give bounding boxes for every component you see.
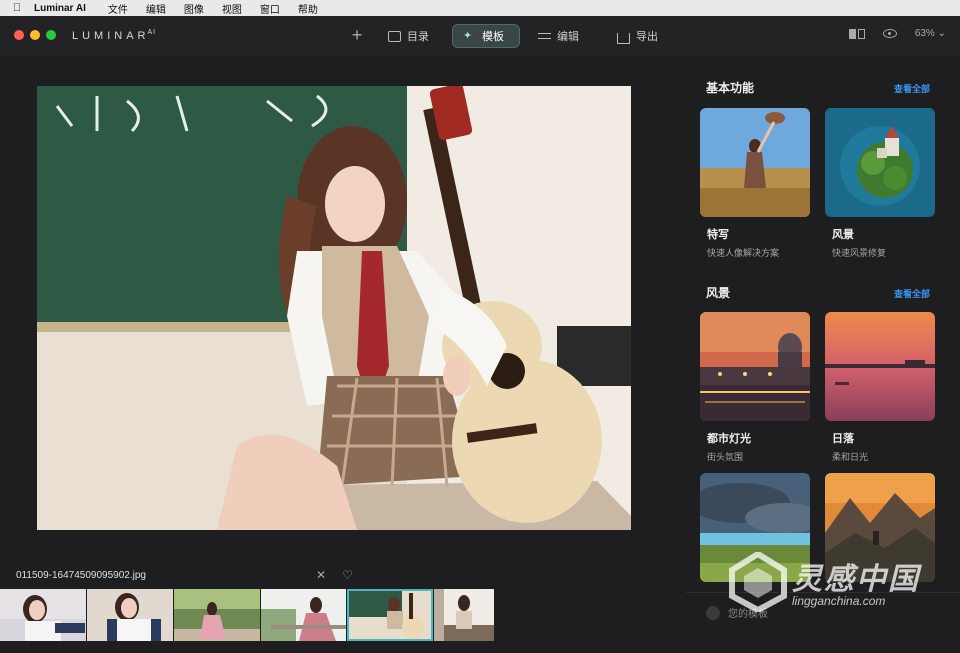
tab-templates[interactable]: ✦ 模板 <box>452 24 520 48</box>
sliders-icon <box>538 31 551 42</box>
section-title-landscape: 风景 <box>706 286 731 300</box>
apple-icon[interactable]:  <box>0 2 34 14</box>
template-thumbnail <box>700 312 810 421</box>
template-card-title: 特写 <box>707 229 729 241</box>
template-thumbnail <box>700 108 810 217</box>
app-toolbar: LUMINARAI + 目录 ✦ 模板 编辑 导出 63% ⌄ <box>0 16 960 56</box>
filmstrip-thumbnail[interactable] <box>260 589 347 641</box>
template-card-portrait[interactable]: 特写 快速人像解决方案 <box>700 108 810 259</box>
tab-export-label: 导出 <box>636 31 658 43</box>
compare-view-icon[interactable] <box>848 28 865 39</box>
template-card-title: 都市灯光 <box>707 433 751 445</box>
filmstrip-thumbnail-selected[interactable] <box>347 589 434 641</box>
filmstrip-thumbnail[interactable] <box>434 589 495 641</box>
tab-edit-label: 编辑 <box>557 31 579 43</box>
filmstrip <box>0 589 495 641</box>
zoom-window-button[interactable] <box>46 30 56 40</box>
filmstrip-thumbnail[interactable] <box>173 589 260 641</box>
template-thumbnail <box>825 312 935 421</box>
minimize-window-button[interactable] <box>30 30 40 40</box>
watermark-url: lingganchina.com <box>792 594 886 608</box>
close-icon[interactable]: ✕ <box>316 568 326 582</box>
filmstrip-thumbnail[interactable] <box>86 589 173 641</box>
window-controls <box>14 30 56 40</box>
view-controls: 63% ⌄ <box>848 28 946 39</box>
tab-export[interactable]: 导出 <box>607 24 668 48</box>
tab-edit[interactable]: 编辑 <box>528 24 589 48</box>
export-icon <box>617 32 630 44</box>
menu-bar:  Luminar AI 文件 编辑 图像 视图 窗口 帮助 <box>0 0 960 16</box>
template-card-subtitle: 街头氛围 <box>707 452 744 462</box>
image-canvas[interactable] <box>0 56 680 556</box>
see-all-landscape-link[interactable]: 查看全部 <box>894 287 930 300</box>
template-card-sunset[interactable]: 日落 柔和日光 <box>825 312 935 463</box>
watermark-text: 灵感中国 <box>792 563 920 596</box>
image-filename: 011509-16474509095902.jpg <box>16 570 146 581</box>
filmstrip-thumbnail[interactable] <box>0 589 86 641</box>
template-thumbnail <box>825 108 935 217</box>
see-all-essentials-link[interactable]: 查看全部 <box>894 82 930 95</box>
watermark-logo <box>729 552 787 612</box>
template-card-subtitle: 柔和日光 <box>832 452 869 462</box>
menu-edit[interactable]: 编辑 <box>146 1 166 16</box>
menu-view[interactable]: 视图 <box>222 1 242 16</box>
template-card-title: 日落 <box>832 433 854 445</box>
tab-catalog-label: 目录 <box>407 31 429 43</box>
magic-wand-icon: ✦ <box>463 29 473 42</box>
template-card-city-lights[interactable]: 都市灯光 街头氛围 <box>700 312 810 463</box>
menu-window[interactable]: 窗口 <box>260 1 280 16</box>
presets-icon <box>706 605 720 620</box>
main-photo[interactable] <box>37 86 631 530</box>
tab-templates-label: 模板 <box>482 31 504 43</box>
template-card-subtitle: 快速人像解决方案 <box>707 248 780 258</box>
folder-icon <box>388 30 401 42</box>
close-window-button[interactable] <box>14 30 24 40</box>
template-card-subtitle: 快速风景修复 <box>832 248 887 258</box>
chevron-down-icon: ⌄ <box>937 28 946 39</box>
image-actions: ✕ ♡ <box>316 568 353 582</box>
zoom-level-select[interactable]: 63% ⌄ <box>915 28 946 39</box>
watermark: 灵感中国 lingganchina.com <box>728 548 948 618</box>
tab-catalog[interactable]: 目录 <box>378 24 439 48</box>
heart-icon[interactable]: ♡ <box>342 568 353 582</box>
menu-app-name[interactable]: Luminar AI <box>34 3 86 14</box>
menu-file[interactable]: 文件 <box>108 1 128 16</box>
menu-image[interactable]: 图像 <box>184 1 204 16</box>
section-title-essentials: 基本功能 <box>706 81 755 95</box>
template-card-landscape[interactable]: 风景 快速风景修复 <box>825 108 935 259</box>
template-card-title: 风景 <box>832 229 854 241</box>
menu-help[interactable]: 帮助 <box>298 1 318 16</box>
app-logo: LUMINARAI <box>72 29 157 42</box>
add-images-button[interactable]: + <box>347 25 367 45</box>
preview-eye-icon[interactable] <box>882 29 897 38</box>
